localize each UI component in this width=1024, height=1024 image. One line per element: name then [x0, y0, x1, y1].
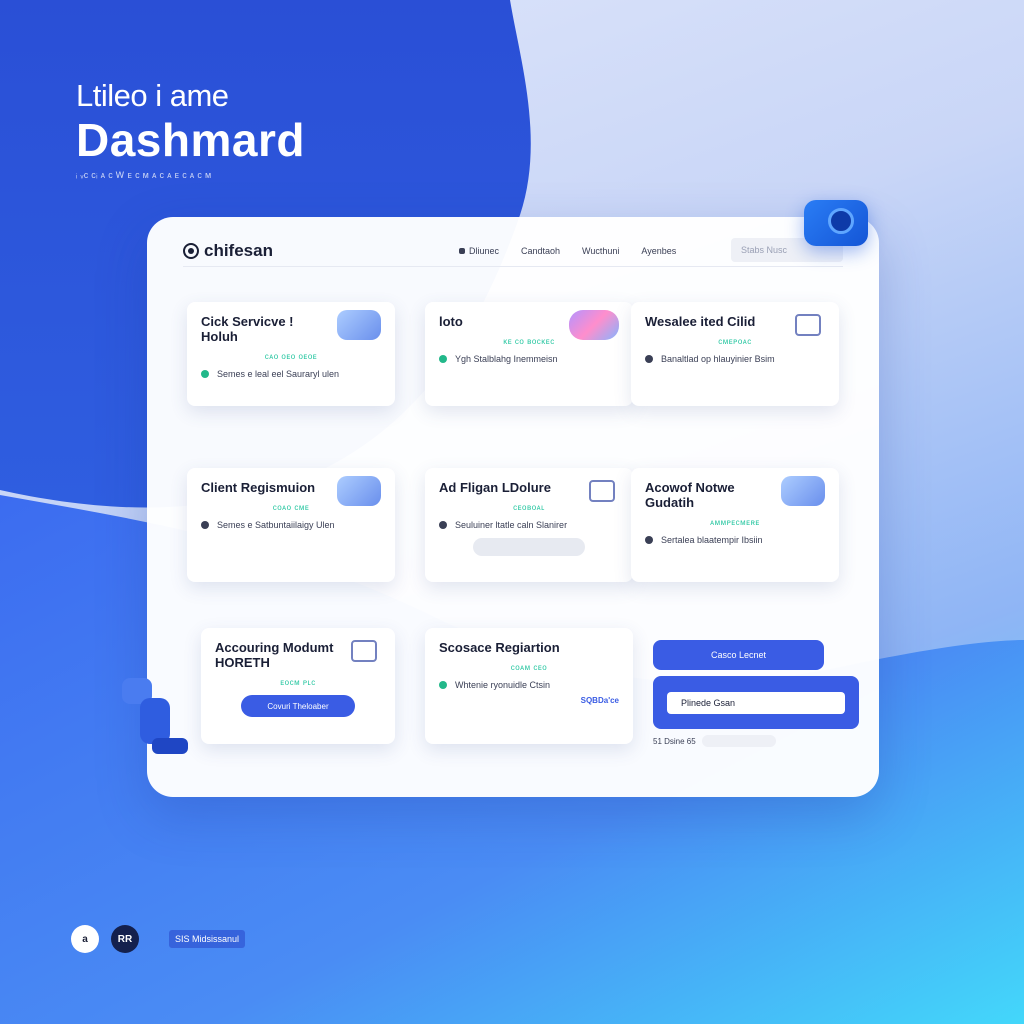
- nav: Dliunec Candtaoh Wucthuni Ayenbes: [458, 246, 676, 256]
- status-dot-icon: [201, 521, 209, 529]
- footer-pill[interactable]: [701, 735, 776, 747]
- card-illustration-icon: [337, 310, 381, 340]
- card-row-text: Whtenie ryonuidle Ctsin: [455, 680, 551, 690]
- card-footer-link[interactable]: SQBDa'ce: [439, 696, 619, 705]
- card-illustration-icon: [781, 476, 825, 506]
- card-title: Cick Servicve ! Holuh: [201, 314, 294, 344]
- card-row-text: Ygh Stalblahg Inemmeisn: [455, 354, 558, 364]
- hero: Ltileo i ame Dashmard ᵢ ᵥᴄ ᴄᵢ ᴀ ᴄ Ꮃ ᴇ ᴄ …: [76, 78, 305, 181]
- card-title: Wesalee ited Cilid: [645, 314, 756, 329]
- nav-icon: [458, 248, 465, 254]
- dashboard-window: chifesan Dliunec Candtaoh Wucthuni Ayenb…: [147, 217, 879, 797]
- registration-card[interactable]: Acowof Notwe Gudatih ᴀᴍᴍᴘᴇᴄᴍᴇʀᴇ Sertalea…: [631, 468, 839, 582]
- avatar[interactable]: RR: [111, 925, 139, 953]
- card-row: Semes e leal eel Sauraryl ulen: [201, 369, 381, 379]
- action-panel: Casco Lecnet Plinede Gsan 51 Dsine 65: [653, 640, 861, 747]
- hero-caption: ᵢ ᵥᴄ ᴄᵢ ᴀ ᴄ Ꮃ ᴇ ᴄ ᴍ ᴀ ᴄ ᴀ ᴇ ᴄ ᴀ ᴄ ᴍ: [76, 170, 212, 180]
- topbar: chifesan Dliunec Candtaoh Wucthuni Ayenb…: [183, 236, 843, 267]
- service-card[interactable]: loto ᴋᴇ ᴄᴏ ʙᴏᴄᴋᴇᴄ Ygh Stalblahg Inemmeis…: [425, 302, 633, 406]
- status-dot-icon: [439, 521, 447, 529]
- card-tag: ᴄᴍᴇᴘᴏᴀᴄ: [718, 337, 752, 346]
- status-dot-icon: [645, 355, 653, 363]
- nav-label: Dliunec: [468, 246, 499, 256]
- logo-icon: [183, 243, 199, 259]
- card-title: Client Regismuion: [201, 480, 316, 495]
- card-tag: ᴄᴀᴏ ᴏᴇᴏ ᴏᴇᴏᴇ: [264, 352, 318, 361]
- card-title: Ad Fligan LDolure: [439, 480, 551, 495]
- chair-illustration-icon: [122, 678, 188, 754]
- card-row-text: Seuluiner ltatle caln Slanirer: [455, 520, 568, 530]
- service-card[interactable]: Cick Servicve ! Holuh ᴄᴀᴏ ᴏᴇᴏ ᴏᴇᴏᴇ Semes…: [187, 302, 395, 406]
- nav-item[interactable]: Dliunec: [458, 246, 499, 256]
- card-row: Ygh Stalblahg Inemmeisn: [439, 354, 619, 364]
- footer: a RR SIS Midsissanul: [71, 925, 246, 953]
- status-dot-icon: [439, 355, 447, 363]
- heart-icon: [569, 310, 619, 340]
- nav-item[interactable]: Candtaoh: [521, 246, 560, 256]
- card-row-text: Semes e leal eel Sauraryl ulen: [217, 369, 340, 379]
- footer-tag: SIS Midsissanul: [169, 930, 246, 948]
- hero-title: Dashmard: [76, 114, 305, 166]
- card-row-text: Semes e Satbuntaiilaigy Ulen: [217, 520, 335, 530]
- card-title: Accouring Modumt HORETH: [215, 640, 334, 670]
- registration-card[interactable]: Client Regismuion ᴄᴏᴀᴏ ᴄᴍᴇ Semes e Satbu…: [187, 468, 395, 582]
- document-icon: [351, 640, 377, 662]
- card-tag: ᴄᴇᴏʙᴏᴀʟ: [513, 503, 545, 512]
- nav-item[interactable]: Ayenbes: [641, 246, 676, 256]
- card-row-text: Banaltlad op hlauyinier Bsim: [661, 354, 775, 364]
- card-row-text: Sertalea blaatempir Ibsiin: [661, 535, 763, 545]
- accounting-card[interactable]: Accouring Modumt HORETH ᴇᴏᴄᴍ ᴘʟᴄ Covuri …: [201, 628, 395, 744]
- home-icon: [589, 480, 615, 502]
- avatar[interactable]: a: [71, 925, 99, 953]
- status-dot-icon: [645, 536, 653, 544]
- card-row: Whtenie ryonuidle Ctsin: [439, 680, 619, 690]
- card-title: Scosace Regiartion: [439, 640, 560, 655]
- progress-pill[interactable]: [473, 538, 585, 556]
- document-icon: [795, 314, 821, 336]
- card-row: Banaltlad op hlauyinier Bsim: [645, 354, 825, 364]
- card-illustration-icon: [337, 476, 381, 506]
- panel-footer: 51 Dsine 65: [653, 735, 861, 747]
- module-button[interactable]: Covuri Theloaber: [241, 695, 355, 717]
- card-title: Acowof Notwe Gudatih: [645, 480, 735, 510]
- panel-footer-label: 51 Dsine 65: [653, 736, 696, 746]
- card-row: Seuluiner ltatle caln Slanirer: [439, 520, 619, 530]
- logo[interactable]: chifesan: [183, 241, 273, 261]
- nav-label: Candtaoh: [521, 246, 561, 256]
- nav-label: Wucthuni: [582, 246, 620, 256]
- card-row: Semes e Satbuntaiilaigy Ulen: [201, 520, 381, 530]
- status-dot-icon: [439, 681, 447, 689]
- nav-item[interactable]: Wucthuni: [582, 246, 619, 256]
- status-dot-icon: [201, 370, 209, 378]
- card-tag: ᴀᴍᴍᴘᴇᴄᴍᴇʀᴇ: [710, 518, 760, 527]
- registration-card[interactable]: Ad Fligan LDolure ᴄᴇᴏʙᴏᴀʟ Seuluiner ltat…: [425, 468, 633, 582]
- card-tag: ᴄᴏᴀᴍ ᴄᴇᴏ: [510, 663, 548, 672]
- input-box: Plinede Gsan: [653, 676, 859, 729]
- text-input[interactable]: Plinede Gsan: [667, 691, 845, 714]
- registration-card[interactable]: Scosace Regiartion ᴄᴏᴀᴍ ᴄᴇᴏ Whtenie ryon…: [425, 628, 633, 744]
- camera-icon: [804, 200, 868, 246]
- nav-label: Ayenbes: [641, 246, 677, 256]
- card-title: loto: [439, 314, 463, 329]
- hero-subtitle: Ltileo i ame: [76, 78, 229, 113]
- primary-button[interactable]: Casco Lecnet: [653, 640, 824, 670]
- service-card[interactable]: Wesalee ited Cilid ᴄᴍᴇᴘᴏᴀᴄ Banaltlad op …: [631, 302, 839, 406]
- card-row: Sertalea blaatempir Ibsiin: [645, 535, 825, 545]
- logo-text: chifesan: [204, 241, 273, 260]
- card-tag: ᴇᴏᴄᴍ ᴘʟᴄ: [280, 678, 316, 687]
